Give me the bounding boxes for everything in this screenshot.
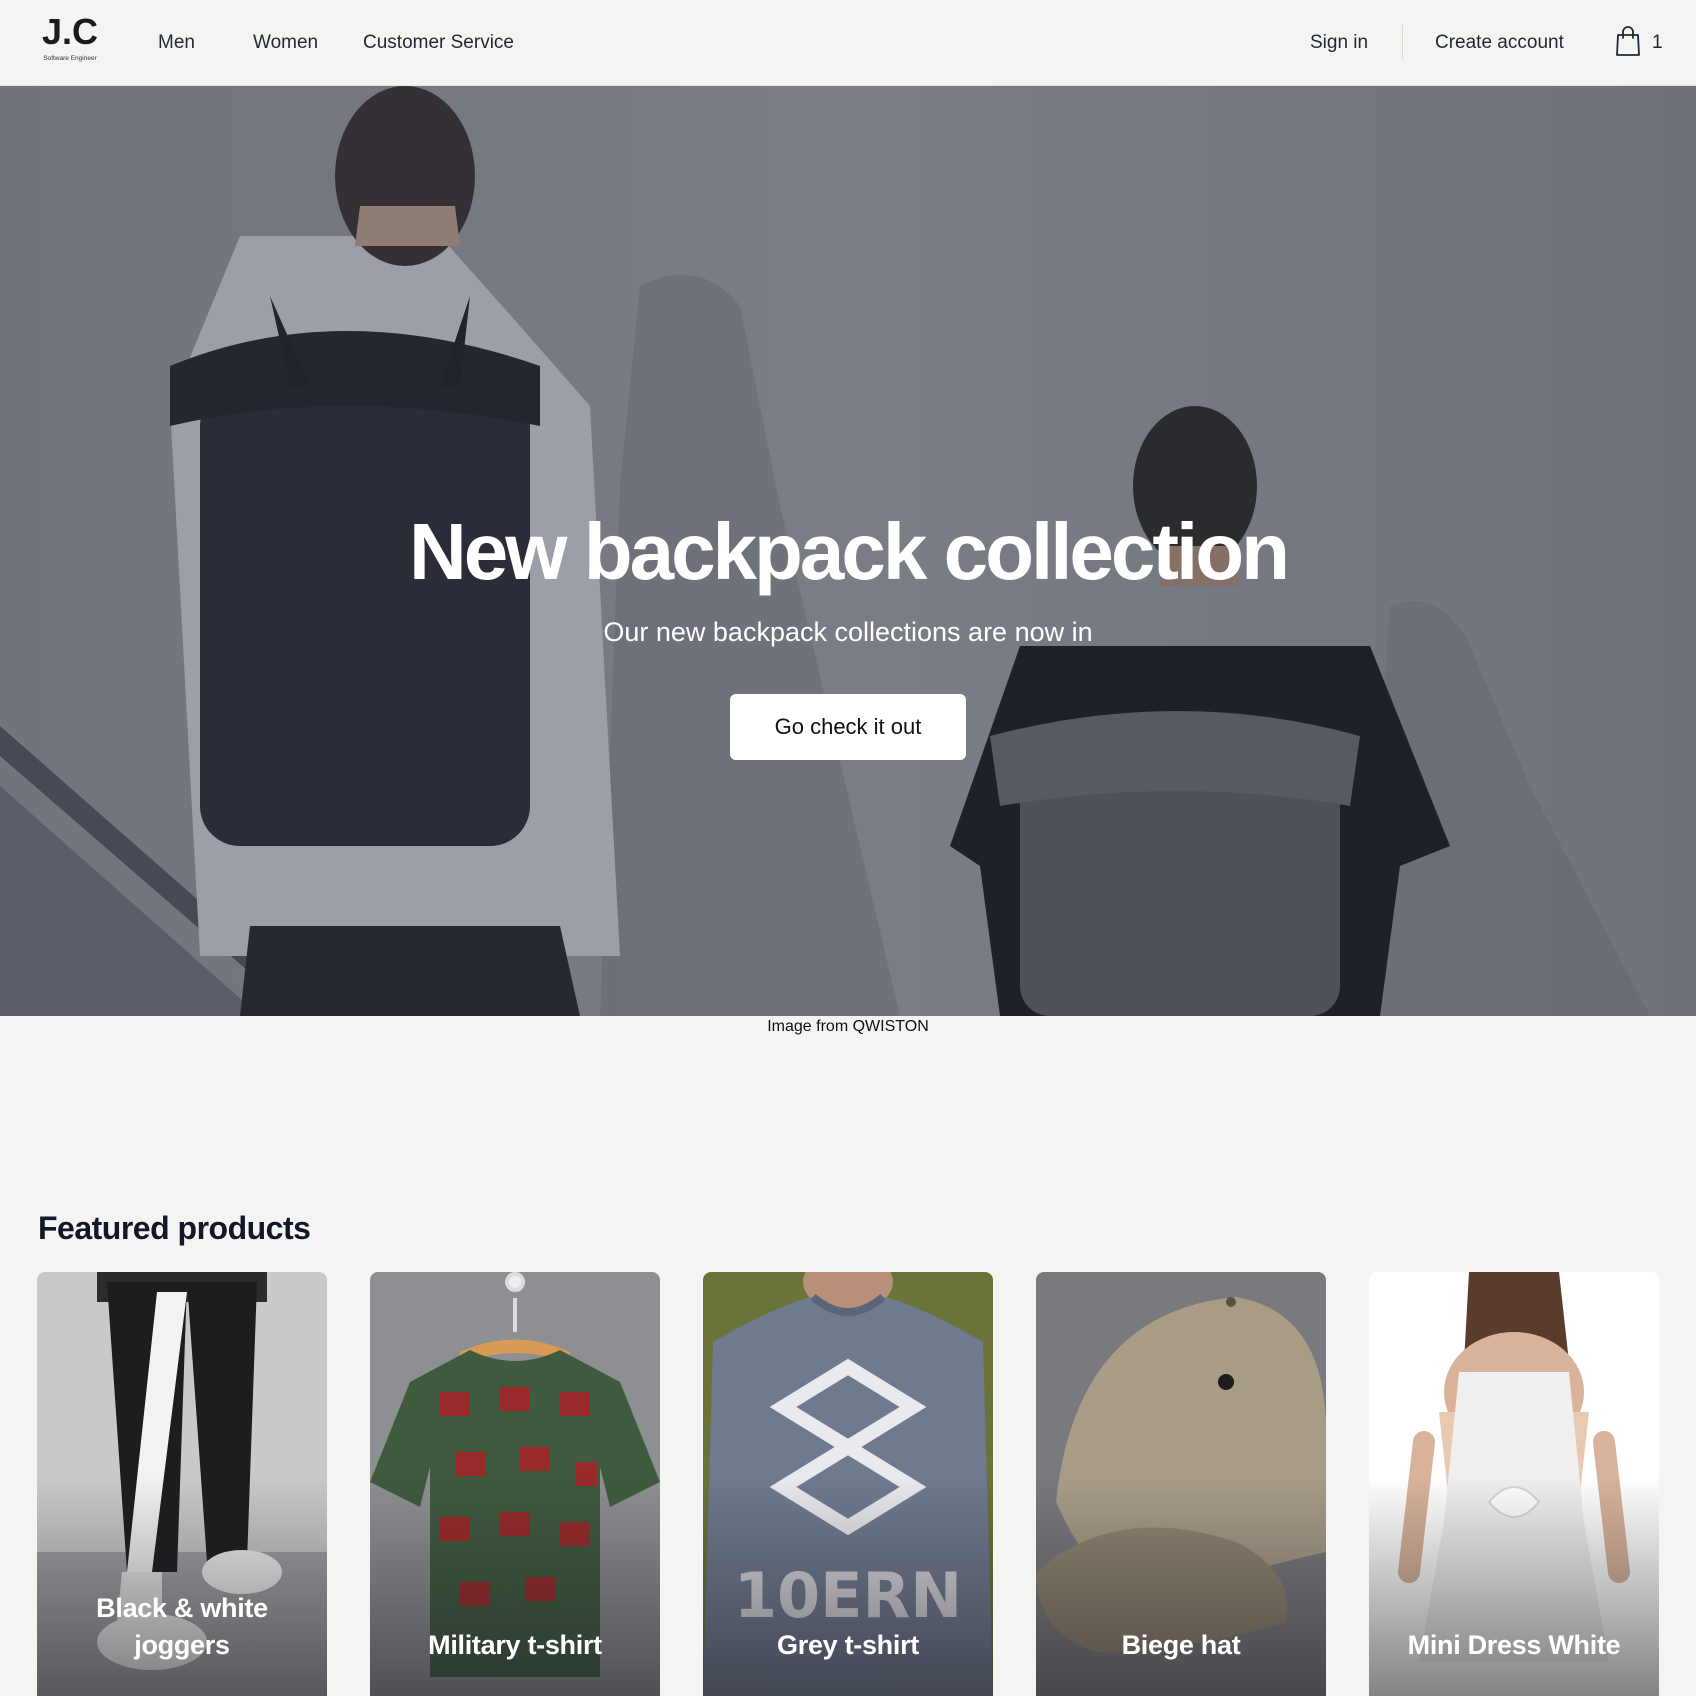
product-name: Grey t-shirt [777,1630,919,1660]
shopping-bag-icon [1614,25,1642,62]
product-card-mini-dress-white[interactable]: Mini Dress White [1369,1272,1659,1696]
go-check-it-out-button[interactable]: Go check it out [730,694,966,760]
site-header: J.C Software Engineer Men Women Customer… [0,0,1696,86]
nav-men[interactable]: Men [158,30,195,56]
hero-banner: New backpack collection Our new backpack… [0,86,1696,1016]
nav-divider [1402,25,1403,59]
nav-women[interactable]: Women [253,30,318,56]
product-name: Military t-shirt [428,1630,602,1660]
hero-subtitle: Our new backpack collections are now in [603,617,1093,647]
logo-text: J.C [41,11,99,52]
product-card-grey-tshirt[interactable]: 10ERN Grey t-shirt [703,1272,993,1696]
product-card-biege-hat[interactable]: Biege hat [1036,1272,1326,1696]
product-card-joggers[interactable]: Black & white joggers [37,1272,327,1696]
image-credit: Image from QWISTON [767,1018,929,1035]
sign-in-link[interactable]: Sign in [1310,30,1368,56]
cart-count: 1 [1652,32,1663,53]
product-name: Mini Dress White [1407,1630,1621,1660]
featured-products-heading: Featured products [38,1210,311,1246]
product-card-military-tshirt[interactable]: Military t-shirt [370,1272,660,1696]
product-name: Black & white joggers [96,1593,268,1660]
cart-button[interactable]: 1 [1614,25,1663,62]
nav-customer-service[interactable]: Customer Service [363,30,514,56]
hero-title: New backpack collection [408,507,1290,596]
logo-subtitle: Software Engineer [43,55,97,62]
logo[interactable]: J.C Software Engineer [38,14,102,66]
create-account-link[interactable]: Create account [1435,30,1564,56]
product-name: Biege hat [1121,1630,1241,1660]
